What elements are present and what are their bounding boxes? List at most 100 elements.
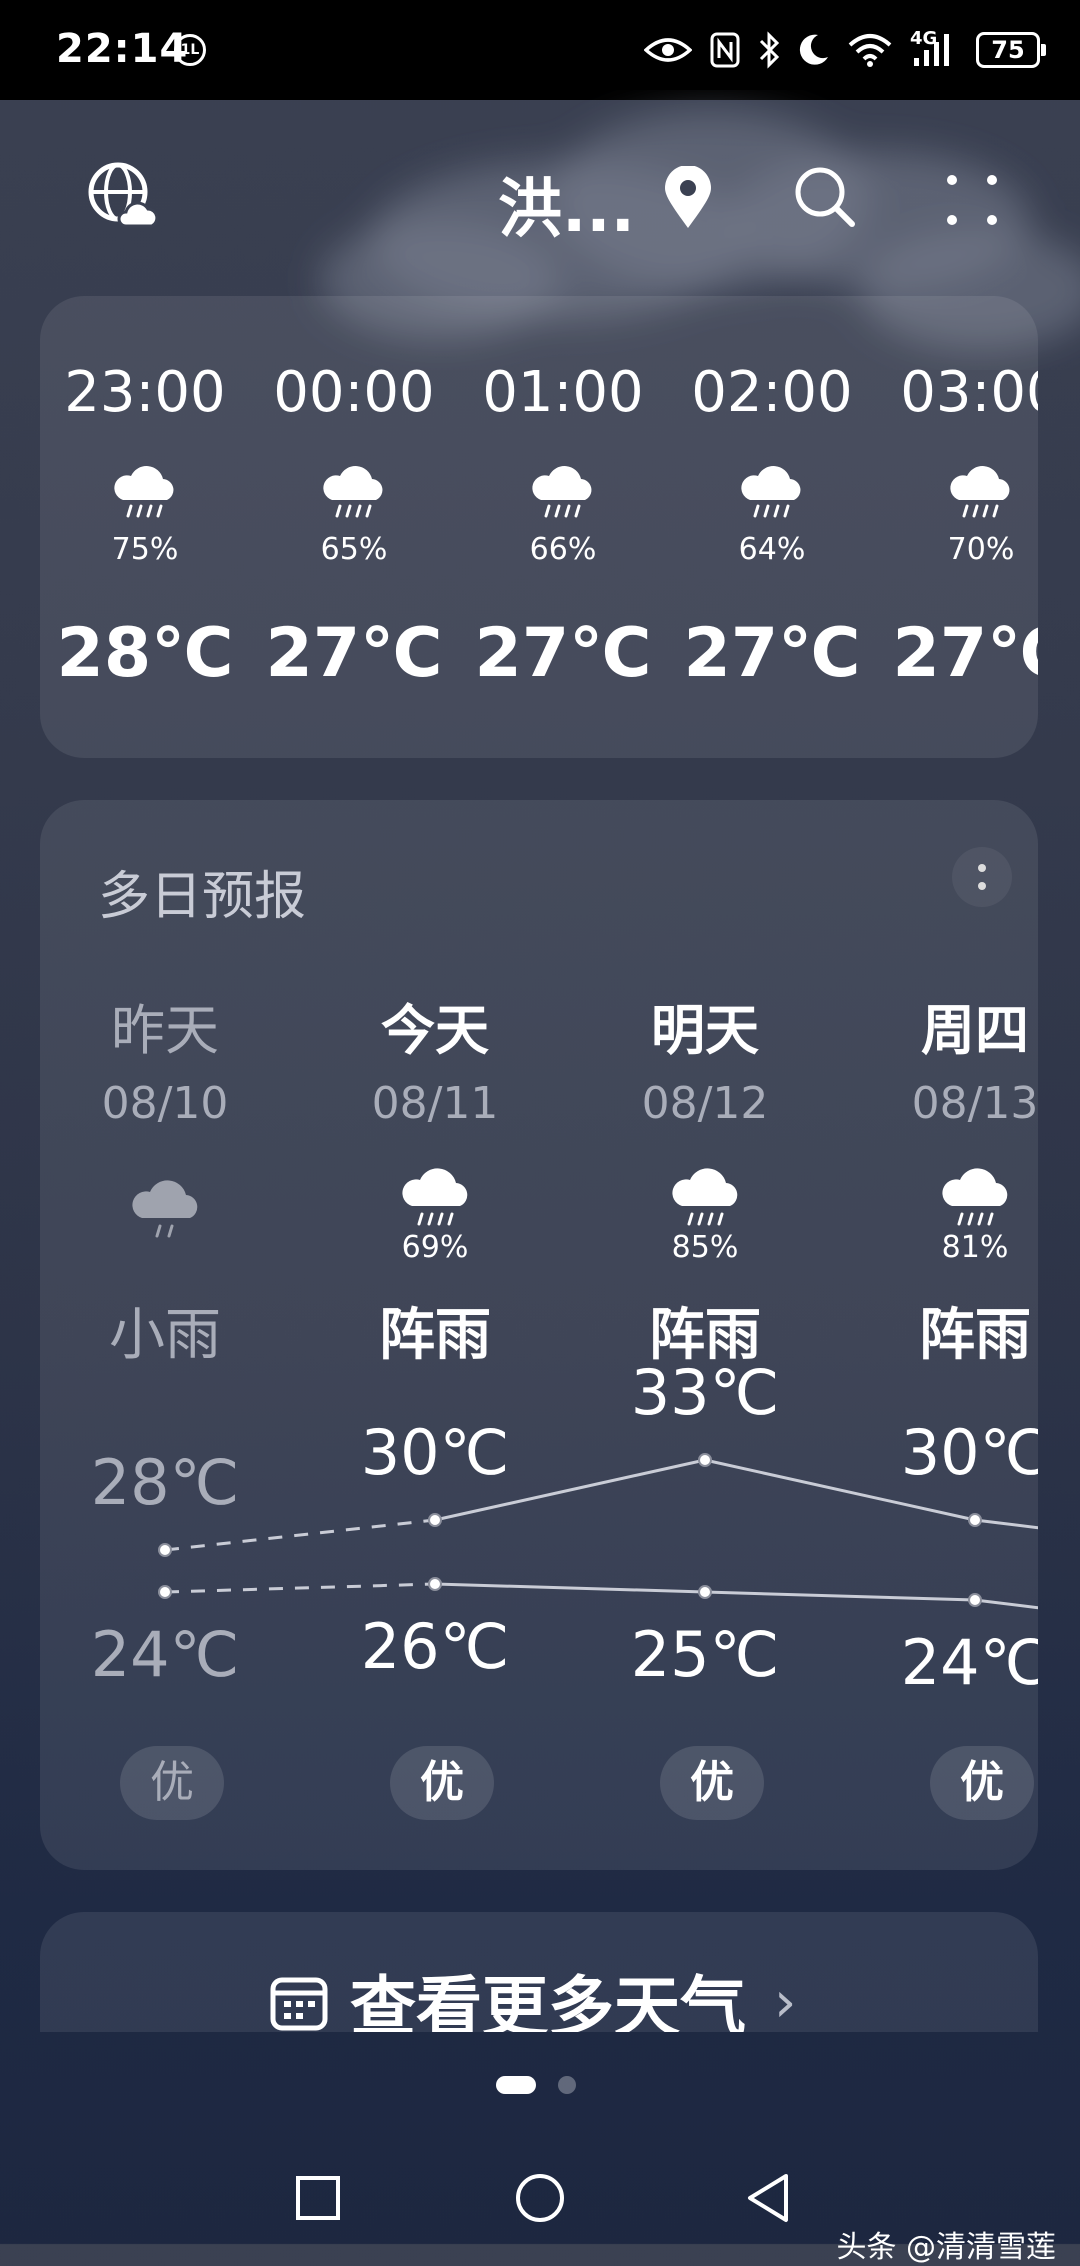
status-time: 22:14 xyxy=(56,26,189,72)
high-temp-segment xyxy=(164,1518,436,1552)
rain-cloud-icon xyxy=(402,1168,468,1226)
day-precip: 85% xyxy=(671,1230,739,1265)
rain-cloud-icon xyxy=(942,1168,1008,1226)
hour-item: 23:00 75% 28℃ xyxy=(40,296,250,758)
globe-cloud-icon[interactable] xyxy=(86,160,159,232)
signal-icon: 4G xyxy=(910,28,958,68)
hour-precip: 70% xyxy=(947,532,1015,567)
watermark: 头条 @清清雪莲 xyxy=(836,2230,1056,2265)
chevron-right-icon: › xyxy=(774,1969,797,2033)
battery-icon: 75 xyxy=(976,32,1046,68)
status-bar: 22:14 1L 4G 75 xyxy=(0,0,1080,100)
eye-icon xyxy=(644,34,692,66)
hour-precip: 66% xyxy=(529,532,597,567)
day-low-temp: 24℃ xyxy=(900,1626,1038,1699)
rain-cloud-icon xyxy=(672,1168,738,1226)
day-date: 08/13 xyxy=(911,1078,1038,1129)
day-name: 明天 xyxy=(651,999,759,1062)
day-low-temp: 24℃ xyxy=(90,1618,240,1691)
hour-time: 02:00 xyxy=(691,360,853,425)
daily-forecast-card[interactable]: 多日预报 昨天 08/10 小雨 28℃ 24℃ 优 今天 08/11 69% … xyxy=(40,800,1038,1870)
aqi-badge[interactable]: 优 xyxy=(120,1746,224,1820)
hour-time: 00:00 xyxy=(273,360,435,425)
low-temp-point xyxy=(698,1585,712,1599)
aqi-badge[interactable]: 优 xyxy=(390,1746,494,1820)
day-precip: 81% xyxy=(941,1230,1009,1265)
day-condition: 小雨 xyxy=(109,1303,221,1368)
more-weather-button[interactable]: 查看更多天气 › xyxy=(270,1952,796,2032)
hour-item: 00:00 65% 27℃ xyxy=(249,296,459,758)
hour-precip: 64% xyxy=(738,532,806,567)
high-temp-point xyxy=(158,1543,172,1557)
high-temp-point xyxy=(968,1513,982,1527)
back-icon[interactable] xyxy=(738,2166,802,2230)
low-temp-point xyxy=(428,1577,442,1591)
rain-cloud-icon xyxy=(950,466,1010,518)
rain-cloud-icon xyxy=(741,466,801,518)
low-temp-segment xyxy=(434,1582,706,1594)
status-icons: 4G 75 xyxy=(644,24,1046,76)
nfc-icon xyxy=(710,32,740,68)
more-weather-label: 查看更多天气 xyxy=(350,1969,746,2032)
high-temp-point xyxy=(698,1453,712,1467)
network-type: 4G xyxy=(910,28,938,49)
home-icon[interactable] xyxy=(508,2166,572,2230)
high-temp-segment xyxy=(974,1518,1038,1530)
page-dot[interactable] xyxy=(558,2076,576,2094)
low-temp-point xyxy=(968,1593,982,1607)
hour-precip: 75% xyxy=(111,532,179,567)
search-icon[interactable] xyxy=(792,164,858,230)
rain-cloud-icon xyxy=(532,466,592,518)
daily-forecast-title: 多日预报 xyxy=(98,867,307,927)
hour-temp: 27℃ xyxy=(474,614,652,693)
page-indicator xyxy=(496,2076,576,2094)
bluetooth-icon xyxy=(758,31,780,69)
more-dots-icon[interactable] xyxy=(944,172,1000,228)
hour-item: 01:00 66% 27℃ xyxy=(458,296,668,758)
hour-time: 23:00 xyxy=(64,360,226,425)
city-name[interactable]: 洪... xyxy=(498,158,635,250)
header-bar: 洪... xyxy=(0,150,1080,250)
day-precip: 69% xyxy=(401,1230,469,1265)
day-high-temp: 30℃ xyxy=(360,1416,510,1489)
recent-apps-icon[interactable] xyxy=(286,2166,350,2230)
calendar-icon xyxy=(270,1977,328,2031)
aqi-badge[interactable]: 优 xyxy=(930,1746,1034,1820)
hour-precip: 65% xyxy=(320,532,388,567)
location-pin-icon[interactable] xyxy=(662,165,714,230)
high-temp-point xyxy=(428,1513,442,1527)
page-dot-active[interactable] xyxy=(496,2076,536,2094)
day-date: 08/12 xyxy=(641,1078,769,1129)
more-vertical-icon[interactable] xyxy=(952,840,1012,914)
light-rain-cloud-icon xyxy=(132,1180,198,1238)
day-name: 昨天 xyxy=(111,999,219,1062)
hour-time: 03:00 xyxy=(900,360,1038,425)
low-temp-segment xyxy=(164,1582,436,1594)
rain-cloud-icon xyxy=(114,466,174,518)
wifi-icon xyxy=(848,33,892,67)
day-low-temp: 25℃ xyxy=(630,1618,780,1691)
hourly-forecast-card[interactable]: 23:00 75% 28℃ 00:00 65% 27℃ 01:00 66% 27… xyxy=(40,296,1038,758)
time-badge: 1L xyxy=(174,34,206,66)
day-date: 08/10 xyxy=(101,1078,229,1129)
day-high-temp: 28℃ xyxy=(90,1446,240,1519)
hour-item: 03:00 70% 27℃ xyxy=(876,296,1039,758)
day-high-temp: 30℃ xyxy=(900,1416,1038,1489)
more-weather-card[interactable]: 查看更多天气 › xyxy=(40,1912,1038,2032)
hour-temp: 27℃ xyxy=(892,614,1039,693)
aqi-badge[interactable]: 优 xyxy=(660,1746,764,1820)
moon-icon xyxy=(798,33,830,67)
hour-item: 02:00 64% 27℃ xyxy=(667,296,877,758)
low-temp-point xyxy=(158,1585,172,1599)
day-date: 08/11 xyxy=(371,1078,499,1129)
hour-temp: 28℃ xyxy=(56,614,234,693)
day-condition: 阵雨 xyxy=(919,1303,1031,1368)
low-temp-segment xyxy=(704,1590,976,1602)
rain-cloud-icon xyxy=(323,466,383,518)
day-name: 周四 xyxy=(921,999,1029,1062)
hour-temp: 27℃ xyxy=(265,614,443,693)
low-temp-segment xyxy=(974,1598,1038,1610)
hour-temp: 27℃ xyxy=(683,614,861,693)
day-low-temp: 26℃ xyxy=(360,1610,510,1683)
day-high-temp: 33℃ xyxy=(630,1356,780,1429)
